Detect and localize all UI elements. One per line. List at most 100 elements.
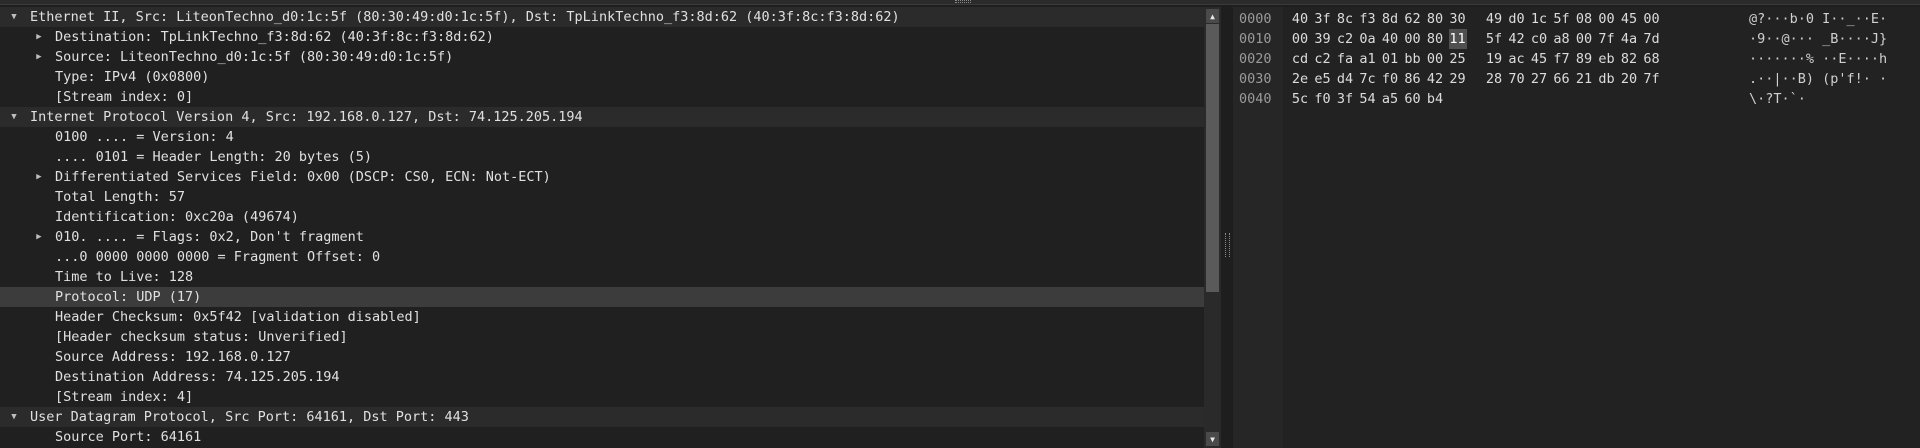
hex-byte[interactable]: 54: [1359, 89, 1377, 109]
hex-byte[interactable]: 28: [1485, 69, 1503, 89]
packet-details-tree[interactable]: ▼ Ethernet II, Src: LiteonTechno_d0:1c:5f…: [0, 7, 1204, 448]
tree-field-row[interactable]: Time to Live: 128: [0, 267, 1204, 287]
hex-byte[interactable]: 5c: [1291, 89, 1309, 109]
hex-byte[interactable]: 42: [1508, 29, 1526, 49]
hex-byte[interactable]: 1c: [1530, 9, 1548, 29]
scroll-up-icon[interactable]: ▲: [1206, 9, 1219, 23]
hex-byte[interactable]: 19: [1485, 49, 1503, 69]
hex-byte[interactable]: 5f: [1485, 29, 1503, 49]
hex-byte[interactable]: a1: [1359, 49, 1377, 69]
hex-byte[interactable]: 62: [1404, 9, 1422, 29]
hex-byte[interactable]: f3: [1359, 9, 1377, 29]
hex-byte[interactable]: 68: [1643, 49, 1661, 69]
hex-dump[interactable]: 40 3f 8c f3 8d 62 80 30 49 d0 1c 5f 08 00 45 00 00 39 c2 0a…: [1291, 7, 1731, 448]
hex-byte[interactable]: 66: [1553, 69, 1571, 89]
hex-byte[interactable]: 8c: [1336, 9, 1354, 29]
ascii-row[interactable]: @?···b·0 I··_··E·: [1749, 9, 1887, 29]
hex-byte[interactable]: 00: [1575, 29, 1593, 49]
hex-byte[interactable]: 00: [1426, 49, 1444, 69]
hex-byte[interactable]: db: [1598, 69, 1616, 89]
tree-field-row[interactable]: Header Checksum: 0x5f42 [validation disa…: [0, 307, 1204, 327]
hex-byte[interactable]: 3f: [1336, 89, 1354, 109]
expand-arrow-down-icon[interactable]: ▼: [9, 7, 19, 27]
tree-field-row[interactable]: ▶ Destination: TpLinkTechno_f3:8d:62 (40:…: [0, 27, 1204, 47]
hex-byte[interactable]: d4: [1336, 69, 1354, 89]
ascii-row[interactable]: ·······% ··E····h: [1749, 49, 1887, 69]
hex-byte[interactable]: c2: [1336, 29, 1354, 49]
hex-byte[interactable]: 00: [1291, 29, 1309, 49]
hex-byte[interactable]: a5: [1381, 89, 1399, 109]
hex-byte[interactable]: a8: [1553, 29, 1571, 49]
hex-byte[interactable]: fa: [1336, 49, 1354, 69]
hex-byte[interactable]: 7c: [1359, 69, 1377, 89]
pane-splitter-top[interactable]: [0, 0, 1920, 5]
hex-byte[interactable]: 86: [1404, 69, 1422, 89]
tree-field-row[interactable]: ▶ 010. .... = Flags: 0x2, Don't fragment: [0, 227, 1204, 247]
tree-field-row[interactable]: Source Port: 64161: [0, 427, 1204, 447]
hex-byte[interactable]: 01: [1381, 49, 1399, 69]
hex-byte[interactable]: 82: [1620, 49, 1638, 69]
ascii-row[interactable]: \·?T·`·: [1749, 89, 1806, 109]
hex-row[interactable]: 40 3f 8c f3 8d 62 80 30 49 d0 1c 5f 08 00 45 00: [1291, 9, 1721, 29]
hex-byte[interactable]: c0: [1530, 29, 1548, 49]
hex-byte[interactable]: 42: [1426, 69, 1444, 89]
tree-field-row[interactable]: .... 0101 = Header Length: 20 bytes (5): [0, 147, 1204, 167]
hex-byte[interactable]: 30: [1449, 9, 1467, 29]
expand-arrow-down-icon[interactable]: ▼: [9, 107, 19, 127]
tree-field-row[interactable]: [Stream index: 4]: [0, 387, 1204, 407]
hex-byte[interactable]: bb: [1404, 49, 1422, 69]
hex-row[interactable]: 5c f0 3f 54 a5 60 b4: [1291, 89, 1721, 109]
pane-splitter[interactable]: [1221, 7, 1233, 448]
hex-byte[interactable]: 45: [1530, 49, 1548, 69]
tree-field-row[interactable]: 0100 .... = Version: 4: [0, 127, 1204, 147]
hex-byte[interactable]: c2: [1314, 49, 1332, 69]
hex-row[interactable]: 2e e5 d4 7c f0 86 42 29 28 70 27 66 21 db 20 7f: [1291, 69, 1721, 89]
tree-field-row[interactable]: Destination Address: 74.125.205.194: [0, 367, 1204, 387]
hex-byte[interactable]: b4: [1426, 89, 1444, 109]
scroll-down-icon[interactable]: ▼: [1206, 432, 1219, 446]
hex-byte[interactable]: 7f: [1643, 69, 1661, 89]
hex-byte[interactable]: 29: [1449, 69, 1467, 89]
hex-byte[interactable]: f0: [1381, 69, 1399, 89]
hex-byte[interactable]: 20: [1620, 69, 1638, 89]
tree-field-row[interactable]: [Header checksum status: Unverified]: [0, 327, 1204, 347]
ascii-row[interactable]: ·9··@··· _B····J}: [1749, 29, 1887, 49]
hex-row[interactable]: cd c2 fa a1 01 bb 00 25 19 ac 45 f7 89 eb 82 68: [1291, 49, 1721, 69]
hex-byte[interactable]: 7f: [1598, 29, 1616, 49]
expand-arrow-down-icon[interactable]: ▼: [9, 407, 19, 427]
tree-section-row[interactable]: ▼ User Datagram Protocol, Src Port: 64161…: [0, 407, 1204, 427]
scrollbar-thumb[interactable]: [1206, 24, 1219, 292]
hex-byte[interactable]: ac: [1508, 49, 1526, 69]
hex-byte[interactable]: f0: [1314, 89, 1332, 109]
hex-byte[interactable]: 4a: [1620, 29, 1638, 49]
tree-field-row[interactable]: [Stream index: 0]: [0, 87, 1204, 107]
vertical-scrollbar[interactable]: ▲ ▼: [1204, 7, 1221, 448]
hex-byte[interactable]: eb: [1598, 49, 1616, 69]
expand-arrow-right-icon[interactable]: ▶: [34, 27, 44, 47]
hex-byte[interactable]: 21: [1575, 69, 1593, 89]
hex-byte[interactable]: f7: [1553, 49, 1571, 69]
hex-byte[interactable]: 00: [1643, 9, 1661, 29]
hex-byte[interactable]: 08: [1575, 9, 1593, 29]
hex-byte[interactable]: 80: [1426, 9, 1444, 29]
hex-byte[interactable]: d0: [1508, 9, 1526, 29]
ascii-row[interactable]: .··|··B) (p'f!· ·: [1749, 69, 1887, 89]
hex-byte[interactable]: 11: [1448, 29, 1467, 49]
hex-byte[interactable]: 2e: [1291, 69, 1309, 89]
tree-section-row[interactable]: ▼ Internet Protocol Version 4, Src: 192.1…: [0, 107, 1204, 127]
tree-field-row[interactable]: ▶ Differentiated Services Field: 0x00 (DS…: [0, 167, 1204, 187]
hex-byte[interactable]: 70: [1508, 69, 1526, 89]
hex-row[interactable]: 00 39 c2 0a 40 00 80 11 5f 42 c0 a8 00 7f 4a 7d: [1291, 29, 1721, 49]
hex-byte[interactable]: 0a: [1359, 29, 1377, 49]
hex-byte[interactable]: 8d: [1381, 9, 1399, 29]
hex-byte[interactable]: 49: [1485, 9, 1503, 29]
tree-field-row[interactable]: Protocol: UDP (17): [0, 287, 1204, 307]
hex-byte[interactable]: 80: [1426, 29, 1444, 49]
hex-byte[interactable]: e5: [1314, 69, 1332, 89]
hex-byte[interactable]: 40: [1381, 29, 1399, 49]
hex-byte[interactable]: 27: [1530, 69, 1548, 89]
hex-byte[interactable]: 60: [1404, 89, 1422, 109]
tree-field-row[interactable]: Total Length: 57: [0, 187, 1204, 207]
hex-byte[interactable]: 89: [1575, 49, 1593, 69]
hex-byte[interactable]: 5f: [1553, 9, 1571, 29]
